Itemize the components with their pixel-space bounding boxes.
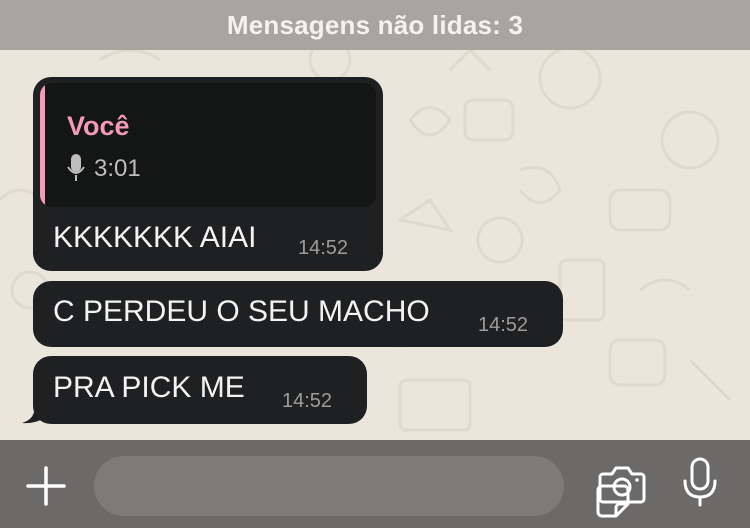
mic-icon bbox=[67, 154, 85, 181]
message-input[interactable] bbox=[94, 456, 630, 518]
message-time: 14:52 bbox=[282, 390, 333, 412]
message-bubble[interactable]: C PERDEU O SEU MACHO 14:52 bbox=[33, 281, 563, 347]
unread-messages-banner: Mensagens não lidas: 3 bbox=[0, 0, 750, 50]
mic-icon[interactable] bbox=[681, 457, 719, 507]
quoted-reply[interactable]: Você 3:01 bbox=[40, 83, 376, 207]
voice-duration: 3:01 bbox=[94, 155, 141, 182]
message-bubble[interactable]: Você 3:01 KKKKKKK AIAI 14:52 bbox=[33, 77, 383, 271]
plus-icon[interactable] bbox=[24, 464, 68, 508]
message-time: 14:52 bbox=[478, 314, 529, 336]
message-time: 14:52 bbox=[298, 237, 349, 259]
camera-icon[interactable] bbox=[597, 462, 647, 506]
message-text: PRA PICK ME bbox=[53, 371, 245, 404]
message-composer bbox=[0, 440, 750, 528]
message-text: C PERDEU O SEU MACHO bbox=[53, 295, 430, 328]
message-bubble[interactable]: PRA PICK ME 14:52 bbox=[33, 356, 367, 424]
reply-accent-bar bbox=[40, 83, 45, 207]
message-text: KKKKKKK AIAI bbox=[53, 221, 257, 254]
reply-author: Você bbox=[67, 111, 130, 141]
unread-messages-label: Mensagens não lidas: 3 bbox=[226, 9, 524, 40]
